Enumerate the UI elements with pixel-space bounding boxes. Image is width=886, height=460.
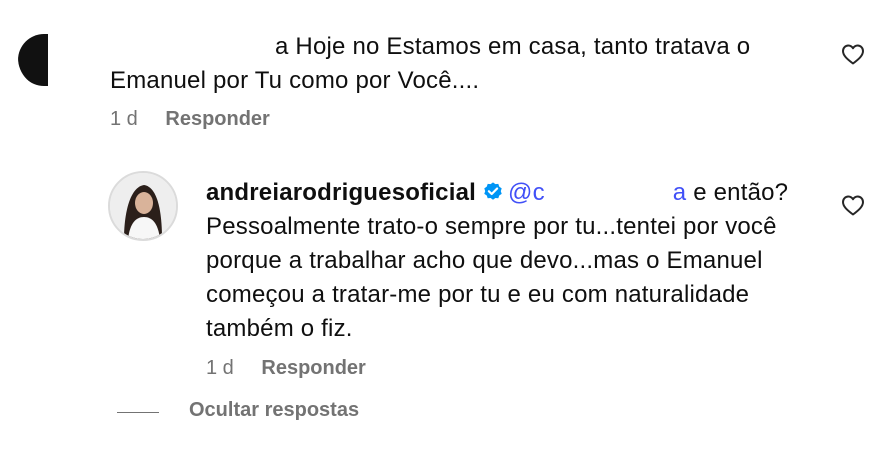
comment-time: 1 d <box>110 108 138 130</box>
heart-icon[interactable] <box>841 43 865 65</box>
verified-badge-icon <box>484 182 502 200</box>
reply-reply-button[interactable]: Responder <box>261 357 365 379</box>
reply-text: andreiarodriguesoficial @c a e então? Pes… <box>206 179 789 342</box>
reply-button[interactable]: Responder <box>165 108 269 130</box>
divider-line <box>117 412 159 413</box>
reply-time: 1 d <box>206 357 234 379</box>
reply-meta: 1 d Responder <box>206 357 366 380</box>
profile-photo-icon <box>110 173 176 239</box>
mention-link[interactable]: @c a <box>508 179 686 206</box>
avatar-andreiarodriguesoficial[interactable] <box>108 171 178 241</box>
reply-username[interactable]: andreiarodriguesoficial <box>206 179 476 206</box>
comment-meta: 1 d Responder <box>110 108 270 131</box>
hide-replies-button[interactable]: Ocultar respostas <box>189 399 359 422</box>
comment-text: a Hoje no Estamos em casa, tanto tratava… <box>110 33 751 94</box>
avatar-commenter[interactable] <box>18 28 78 88</box>
heart-icon[interactable] <box>841 194 865 216</box>
